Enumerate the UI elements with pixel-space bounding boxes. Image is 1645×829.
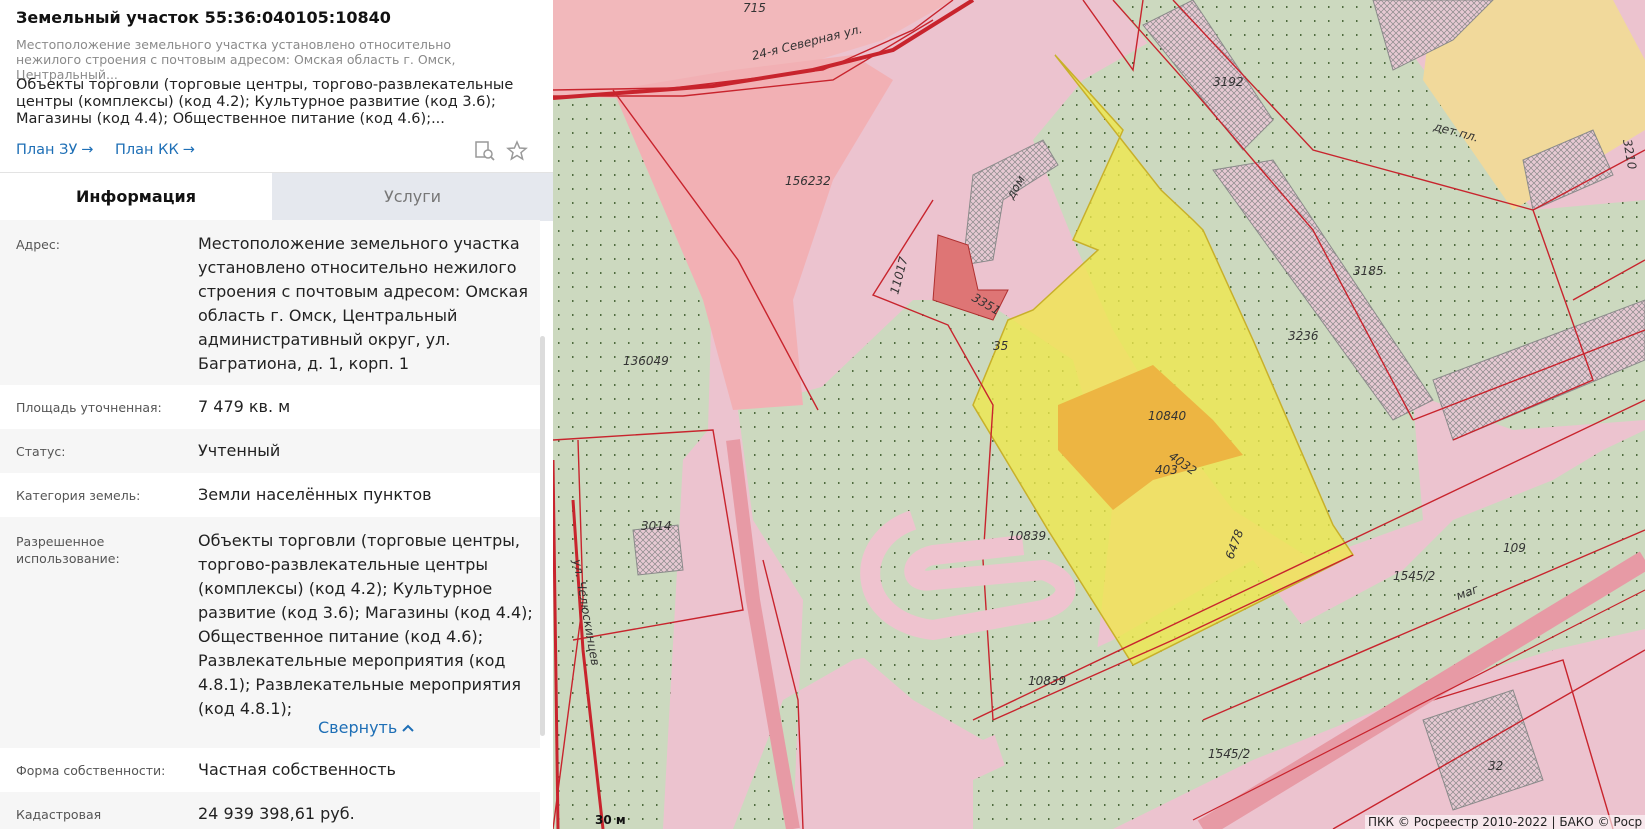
row-ownership: Форма собственности: Частная собственнос… [0, 748, 540, 792]
label-1545-2-a: 1545/2 [1393, 569, 1435, 583]
map-canvas: 24-я Северная ул. ул. Челюскинцев 715 31… [553, 0, 1645, 829]
category-label: Категория земель: [16, 488, 141, 503]
label-136049: 136049 [623, 354, 669, 368]
chevron-up-icon [402, 718, 415, 737]
row-status: Статус: Учтенный [0, 429, 540, 473]
label-10839-a: 10839 [1008, 529, 1046, 543]
ownership-value: Частная собственность [198, 760, 396, 779]
arrow-right-icon: → [182, 142, 195, 158]
permitted-use-value: Объекты торговли (торговые центры, торго… [198, 531, 533, 718]
label-109: 109 [1503, 541, 1526, 555]
star-icon[interactable] [505, 139, 529, 163]
row-category: Категория земель: Земли населённых пункт… [0, 473, 540, 517]
area-label: Площадь уточненная: [16, 400, 162, 415]
panel-scrollbar[interactable] [540, 336, 545, 736]
label-35: 35 [993, 339, 1008, 353]
plan-kk-link[interactable]: План КК → [115, 142, 195, 158]
tab-bar: Информация Услуги [0, 172, 553, 221]
map-attribution: ПКК © Росреестр 2010-2022 | БАКО © Роср [1365, 815, 1645, 829]
permitted-use-label: Разрешенное использование: [16, 534, 120, 566]
subtitle-address: Местоположение земельного участка устано… [16, 37, 456, 82]
address-label: Адрес: [16, 237, 60, 252]
label-403: 403 [1155, 463, 1178, 477]
address-value: Местоположение земельного участка устано… [198, 234, 528, 373]
cadastral-value-label: Кадастровая стоимость: [16, 807, 102, 829]
collapse-label: Свернуть [318, 718, 398, 737]
row-cadastral-value: Кадастровая стоимость: 24 939 398,61 руб… [0, 792, 540, 829]
map-scale: 30 м [595, 813, 626, 827]
row-permitted-use: Разрешенное использование: Объекты торго… [0, 517, 540, 748]
status-label: Статус: [16, 444, 66, 459]
label-156232: 156232 [785, 174, 831, 188]
row-area: Площадь уточненная: 7 479 кв. м [0, 385, 540, 429]
label-3185: 3185 [1353, 264, 1384, 278]
page-title: Земельный участок 55:36:040105:10840 [16, 8, 391, 27]
label-1545-2-b: 1545/2 [1208, 747, 1250, 761]
collapse-link[interactable]: Свернуть [318, 718, 415, 737]
label-10839-b: 10839 [1028, 674, 1066, 688]
row-address: Адрес: Местоположение земельного участка… [0, 220, 540, 385]
cadastral-map[interactable]: 24-я Северная ул. ул. Челюскинцев 715 31… [553, 0, 1645, 829]
label-10840: 10840 [1148, 409, 1187, 423]
label-3192: 3192 [1213, 75, 1244, 89]
label-3236: 3236 [1288, 329, 1319, 343]
label-3014: 3014 [641, 519, 672, 533]
category-value: Земли населённых пунктов [198, 485, 432, 504]
tab-info[interactable]: Информация [0, 173, 272, 221]
permitted-use-summary: Объекты торговли (торговые центры, торго… [16, 77, 514, 127]
label-32: 32 [1488, 759, 1503, 773]
cadastral-value-value: 24 939 398,61 руб. [198, 804, 355, 823]
label-715: 715 [743, 1, 766, 15]
label-11017: 11017 [887, 255, 910, 296]
ownership-label: Форма собственности: [16, 763, 166, 778]
arrow-right-icon: → [81, 142, 94, 158]
plan-zu-link[interactable]: План ЗУ → [16, 142, 93, 158]
search-doc-icon[interactable] [473, 139, 497, 163]
plan-zu-label: План ЗУ [16, 142, 78, 158]
tab-services[interactable]: Услуги [272, 173, 553, 221]
plan-kk-label: План КК [115, 142, 179, 158]
status-value: Учтенный [198, 441, 281, 460]
info-panel: Земельный участок 55:36:040105:10840 Мес… [0, 0, 553, 829]
label-3210: 3210 [1620, 138, 1639, 171]
area-value: 7 479 кв. м [198, 397, 291, 416]
